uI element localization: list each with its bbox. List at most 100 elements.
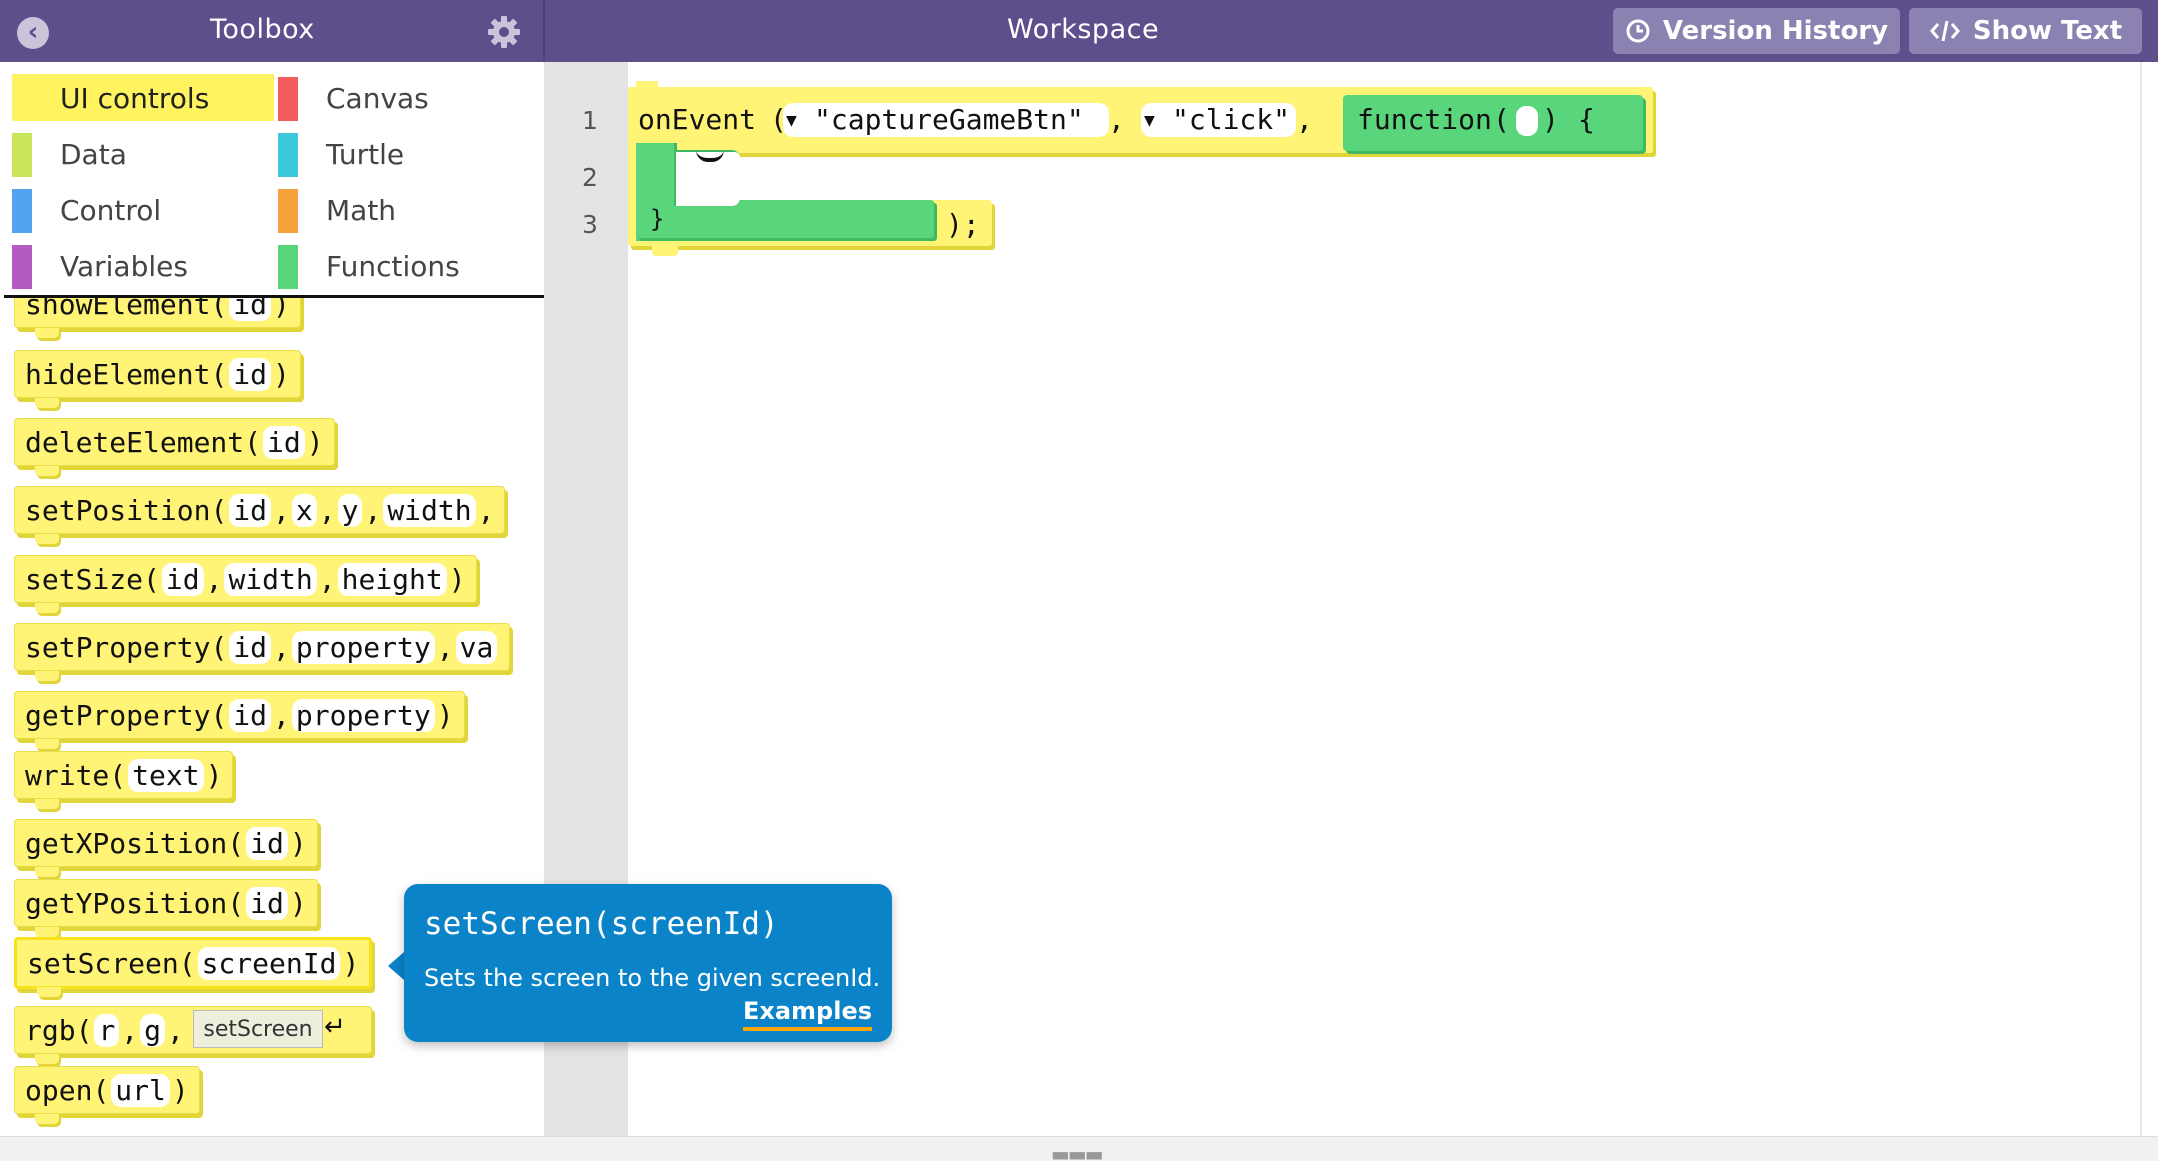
- category-swatch: [12, 245, 32, 289]
- category-label: Canvas: [326, 82, 429, 115]
- dropdown-arrow-icon: ▼: [786, 110, 797, 131]
- block-arg: id: [263, 425, 305, 459]
- block-notch: [35, 867, 59, 877]
- palette-block-setPosition[interactable]: setPosition(id, x, y, width,: [14, 486, 506, 544]
- block-arg: g: [140, 1013, 166, 1047]
- block-arg: id: [246, 826, 288, 860]
- block-notch: [35, 398, 59, 408]
- block-name: getProperty: [25, 698, 211, 732]
- category-swatch: [278, 77, 298, 121]
- block-arg: id: [161, 562, 204, 596]
- block-notch: [35, 1114, 59, 1124]
- block-arg: width: [383, 493, 476, 527]
- category-variables[interactable]: Variables: [12, 242, 274, 289]
- category-swatch: [278, 133, 298, 177]
- block-name: setScreen: [27, 946, 179, 980]
- autocomplete-text: setScreen: [203, 1016, 313, 1042]
- palette-block-getXPosition[interactable]: getXPosition(id): [14, 819, 318, 877]
- block-arg: va: [455, 630, 498, 664]
- palette-block-write[interactable]: write(text): [14, 751, 234, 809]
- category-functions[interactable]: Functions: [278, 242, 540, 289]
- category-math[interactable]: Math: [278, 186, 540, 233]
- palette-block-showElement[interactable]: showElement(id): [14, 298, 301, 338]
- palette-block-setScreen[interactable]: setScreen(screenId): [14, 937, 373, 997]
- close-paren: ): [1542, 103, 1559, 136]
- category-label: Control: [60, 194, 162, 227]
- block-arg: text: [128, 758, 204, 792]
- category-label: Turtle: [326, 138, 405, 171]
- block-name: write: [25, 758, 110, 792]
- category-swatch: [12, 133, 32, 177]
- block-name: getXPosition: [25, 826, 228, 860]
- block-name: setProperty: [25, 630, 211, 664]
- tooltip-arrow: [388, 952, 404, 980]
- category-ui-controls[interactable]: UI controls: [12, 74, 274, 121]
- block-name: deleteElement: [25, 425, 245, 459]
- block-notch: [35, 799, 59, 809]
- block-arg: r: [94, 1013, 120, 1047]
- palette-block-getYPosition[interactable]: getYPosition(id): [14, 879, 318, 937]
- block-arg: id: [229, 630, 272, 664]
- workspace-title: Workspace: [1007, 14, 1160, 45]
- category-turtle[interactable]: Turtle: [278, 130, 540, 177]
- enter-key-icon: ↵: [324, 1012, 346, 1042]
- category-label: Variables: [60, 250, 188, 283]
- block-notch: [35, 671, 59, 681]
- category-data[interactable]: Data: [12, 130, 274, 177]
- category-label: Math: [326, 194, 397, 227]
- line-number: 2: [582, 163, 598, 192]
- palette-block-hideElement[interactable]: hideElement(id): [14, 350, 301, 408]
- block-arg: property: [291, 630, 435, 664]
- workspace-scroll-edge: [2140, 62, 2158, 1136]
- block-arg: height: [337, 562, 447, 596]
- autocomplete-suggestion[interactable]: setScreen: [193, 1010, 323, 1048]
- function-keyword: function: [1357, 103, 1492, 136]
- block-notch: [35, 534, 59, 544]
- line-number: 3: [582, 210, 598, 239]
- open-paren: (: [1493, 103, 1510, 136]
- version-history-button[interactable]: Version History: [1613, 8, 1900, 54]
- parameter-slot[interactable]: [1516, 106, 1538, 136]
- top-header: ‹ Toolbox Workspace Version History Show…: [0, 0, 2158, 62]
- line-number: 1: [582, 106, 598, 135]
- block-notch: [652, 244, 678, 256]
- block-notch: [35, 603, 59, 613]
- category-swatch: [12, 189, 32, 233]
- block-name: showElement: [25, 298, 211, 321]
- palette-block-setSize[interactable]: setSize(id, width, height): [14, 555, 477, 613]
- category-control[interactable]: Control: [12, 186, 274, 233]
- palette-block-setProperty[interactable]: setProperty(id, property, va: [14, 623, 511, 681]
- block-arg: width: [224, 562, 317, 596]
- block-name: rgb: [25, 1013, 76, 1047]
- palette-block-deleteElement[interactable]: deleteElement(id): [14, 418, 335, 476]
- event-type-value: "click": [1172, 103, 1291, 136]
- block-arg: url: [111, 1073, 170, 1107]
- toolbox-title: Toolbox: [210, 14, 315, 45]
- palette-block-getProperty[interactable]: getProperty(id, property): [14, 691, 465, 749]
- block-arg: screenId: [197, 946, 341, 980]
- block-name: hideElement: [25, 357, 211, 391]
- show-text-label: Show Text: [1972, 16, 2123, 46]
- show-text-button[interactable]: Show Text: [1909, 8, 2142, 54]
- block-arg: id: [229, 298, 272, 321]
- resize-handle-icon[interactable]: ▬▬▬: [1051, 1142, 1104, 1166]
- block-name: setSize: [25, 562, 144, 596]
- element-id-value: "captureGameBtn": [814, 103, 1084, 136]
- examples-link[interactable]: Examples: [742, 997, 872, 1031]
- comma: ,: [1108, 103, 1125, 136]
- palette-block-open[interactable]: open(url): [14, 1066, 200, 1124]
- dropdown-arrow-icon: ▼: [1144, 110, 1155, 131]
- category-label: Data: [60, 138, 127, 171]
- block-name: setPosition: [25, 493, 211, 527]
- toolbox-categories: UI controls Canvas Data Turtle Control M…: [4, 62, 544, 295]
- header-divider: [543, 0, 545, 62]
- onEvent-keyword: onEvent: [638, 103, 757, 136]
- gear-icon[interactable]: [486, 14, 522, 50]
- block-notch: [35, 1054, 59, 1064]
- block-arg: id: [246, 886, 288, 920]
- category-swatch: [278, 245, 298, 289]
- category-canvas[interactable]: Canvas: [278, 74, 540, 121]
- block-notch: [35, 927, 59, 937]
- block-arg: y: [337, 493, 363, 527]
- collapse-toolbox-icon[interactable]: ‹: [17, 17, 49, 49]
